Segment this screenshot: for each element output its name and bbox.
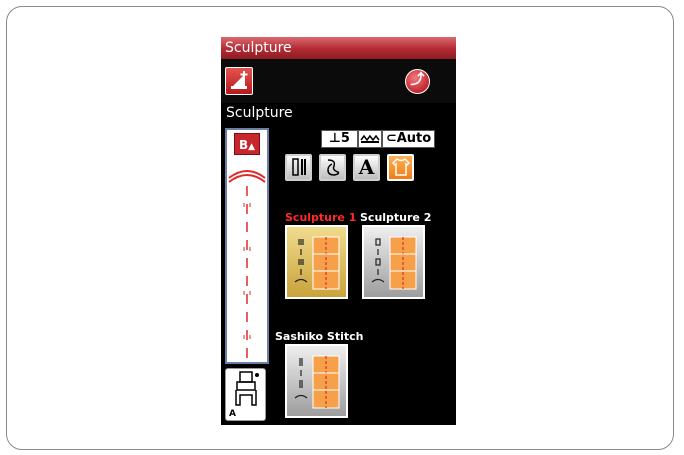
edit-mode-button[interactable] [225,67,253,95]
preview-mode-badge[interactable]: B▲ [234,133,260,155]
lcd-screen: Sculpture ⤴ Sculpture B▲ ⊥5 ⊂Auto A Scul… [221,37,456,425]
category-garment-button[interactable] [387,154,414,181]
edit-mode-icon [231,71,248,89]
window-title: Sculpture [225,40,292,56]
category-utility-button[interactable] [285,154,312,181]
stitch-label-sculpture-2: Sculpture 2 [360,211,432,224]
utility-stitch-icon [291,158,306,176]
presser-foot-icon: ⊥ [329,131,341,146]
feed-dog-indicator [358,130,382,148]
category-letter-button[interactable]: A [353,154,380,181]
back-arrow-icon: ⤴ [410,72,425,88]
title-bar: Sculpture [221,37,456,59]
stitch-button-sculpture-1[interactable] [285,225,348,299]
feed-dog-icon [360,134,380,143]
stitch-label-sashiko: Sashiko Stitch [275,330,364,343]
stitch-preview-panel: B▲ [225,128,269,364]
thread-tension-indicator: ⊂Auto [382,130,435,148]
stitch-preview-pattern [228,170,266,358]
presser-foot-height-indicator: ⊥5 [321,130,358,148]
presser-foot-indicator: A [225,368,266,421]
preview-badge-letter: B [238,138,249,152]
sculpture-2-stitch-icon [371,236,417,290]
top-toolbar: ⤴ [221,59,456,103]
category-decorative-button[interactable] [319,154,346,181]
stitch-label-sculpture-1: Sculpture 1 [285,211,357,224]
presser-foot-letter: A [229,409,236,419]
decorative-stitch-icon [326,159,339,176]
section-title: Sculpture [226,105,293,121]
triangle-icon: ▲ [248,142,256,152]
presser-foot-a-icon [235,371,259,406]
letter-a-icon: A [358,155,375,179]
back-button[interactable]: ⤴ [405,69,430,94]
stitch-button-sashiko[interactable] [285,344,348,418]
sculpture-1-stitch-icon [294,236,340,290]
garment-icon [391,158,410,176]
stitch-button-sculpture-2[interactable] [362,225,425,299]
sashiko-stitch-icon [294,355,340,409]
tension-icon: ⊂ [385,131,397,146]
